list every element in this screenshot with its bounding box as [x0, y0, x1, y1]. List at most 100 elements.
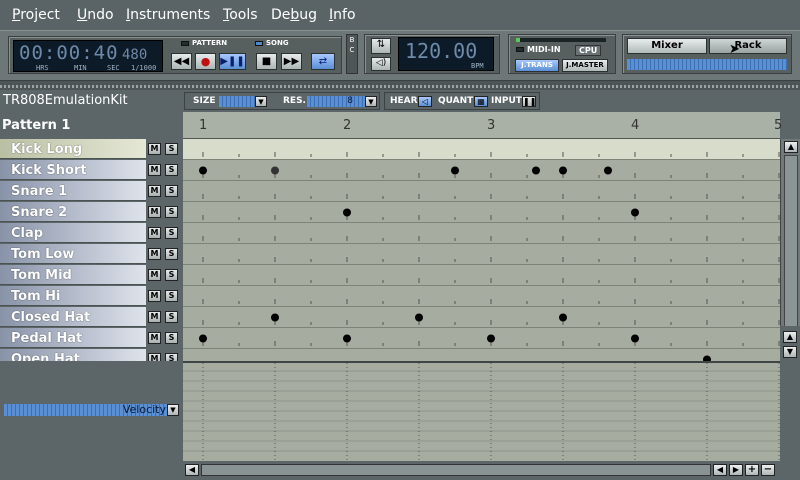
solo-button[interactable]: S [165, 332, 178, 344]
menu-info[interactable]: Info [329, 7, 356, 23]
beat-ruler[interactable]: 1 2 3 4 5 [183, 112, 782, 139]
res-dropdown-button[interactable]: ▼ [365, 96, 377, 107]
h-scroll-thumb[interactable] [201, 464, 711, 476]
instrument-name[interactable]: Open Hat [0, 349, 146, 361]
mute-button[interactable]: M [148, 353, 161, 361]
instrument-row[interactable]: Pedal Hat M S [0, 328, 183, 349]
metronome-button[interactable]: ◁) [371, 57, 391, 71]
note-dot[interactable] [199, 166, 207, 175]
note-dot[interactable] [415, 313, 423, 322]
mute-button[interactable]: M [148, 164, 161, 176]
song-mode-toggle[interactable]: SONG [255, 39, 289, 47]
solo-button[interactable]: S [165, 164, 178, 176]
menu-debug[interactable]: Debug [271, 7, 317, 23]
instrument-row[interactable]: Closed Hat M S [0, 307, 183, 328]
solo-button[interactable]: S [165, 290, 178, 302]
instrument-row[interactable]: Kick Long M S [0, 139, 183, 160]
record-button[interactable]: ● [195, 53, 216, 70]
note-dot[interactable] [631, 208, 639, 217]
menu-undo[interactable]: Undo [77, 7, 114, 23]
instrument-name[interactable]: Tom Low [0, 244, 146, 264]
instrument-name[interactable]: Snare 1 [0, 181, 146, 201]
instrument-row[interactable]: Snare 1MS [0, 181, 183, 202]
velocity-dropdown-button[interactable]: ▼ [167, 404, 179, 416]
mute-button[interactable]: M [148, 206, 161, 218]
mute-button[interactable]: M [148, 227, 161, 239]
rewind-button[interactable]: ◀◀ [171, 53, 192, 70]
solo-button[interactable]: S [165, 185, 178, 197]
note-dot[interactable] [199, 334, 207, 343]
horizontal-scrollbar[interactable]: ◀ ◀ ▶ + − [183, 461, 800, 480]
zoom-out-button[interactable]: − [761, 464, 775, 476]
menu-project[interactable]: Project [12, 7, 60, 23]
bc-switch[interactable]: BC [346, 34, 358, 74]
mute-button[interactable]: M [148, 269, 161, 281]
zoom-in-button[interactable]: + [745, 464, 759, 476]
instrument-row[interactable]: Snare 2MS [0, 202, 183, 223]
instrument-name[interactable]: Kick Long [0, 139, 146, 159]
solo-button[interactable]: S [165, 227, 178, 239]
note-dot[interactable] [451, 166, 459, 175]
solo-button[interactable]: S [165, 143, 178, 155]
note-dot[interactable] [343, 334, 351, 343]
note-dot[interactable] [532, 166, 540, 175]
solo-button[interactable]: S [165, 269, 178, 281]
loop-button[interactable]: ⇄ [311, 53, 335, 70]
res-spinner[interactable]: 8 [307, 96, 367, 107]
instrument-row[interactable]: Tom Low M S [0, 244, 183, 265]
pattern-mode-toggle[interactable]: PATTERN [181, 39, 227, 47]
vel-scroll-up-button[interactable]: ▲ [783, 331, 797, 343]
menu-tools[interactable]: Tools [223, 7, 258, 23]
mute-button[interactable]: M [148, 143, 161, 155]
solo-button[interactable]: S [165, 206, 178, 218]
mute-button[interactable]: M [148, 332, 161, 344]
instrument-row[interactable]: Open Hat M S [0, 349, 183, 361]
solo-button[interactable]: S [165, 353, 178, 361]
scroll-right-button[interactable]: ▶ [729, 464, 743, 476]
velocity-selector[interactable]: Velocity [4, 404, 168, 416]
scroll-left-end-button[interactable]: ◀ [713, 464, 727, 476]
scroll-left-button[interactable]: ◀ [185, 464, 199, 476]
instrument-row[interactable]: Kick Short M S [0, 160, 183, 181]
instrument-name[interactable]: Closed Hat [0, 307, 146, 327]
note-dot[interactable] [271, 313, 279, 322]
mute-button[interactable]: M [148, 185, 161, 197]
rack-button[interactable]: Rack [709, 38, 787, 54]
solo-button[interactable]: S [165, 248, 178, 260]
pattern-grid[interactable] [183, 139, 780, 361]
instrument-row[interactable]: Tom Mid M S [0, 265, 183, 286]
bpm-spin-button[interactable]: ⇅ [371, 38, 391, 54]
note-dot[interactable] [604, 166, 612, 175]
song-position-strip[interactable] [0, 80, 800, 90]
note-dot[interactable] [271, 166, 279, 175]
instrument-name[interactable]: Pedal Hat [0, 328, 146, 348]
quantize-toggle[interactable]: ▦ [474, 96, 488, 107]
solo-button[interactable]: S [165, 311, 178, 323]
instrument-name[interactable]: Clap [0, 223, 146, 243]
instrument-name[interactable]: Snare 2 [0, 202, 146, 222]
mute-button[interactable]: M [148, 311, 161, 323]
instrument-row[interactable]: Tom Hi M S [0, 286, 183, 307]
jack-transport-button[interactable]: J.TRANS [515, 59, 559, 72]
note-dot[interactable] [559, 313, 567, 322]
instrument-name[interactable]: Tom Mid [0, 265, 146, 285]
hear-toggle[interactable]: ◁ [418, 96, 432, 107]
instrument-row[interactable]: Clap M S [0, 223, 183, 244]
note-dot[interactable] [559, 166, 567, 175]
note-dot[interactable] [631, 334, 639, 343]
instrument-name[interactable]: Tom Hi [0, 286, 146, 306]
mute-button[interactable]: M [148, 248, 161, 260]
scroll-thumb[interactable] [784, 155, 798, 341]
size-dropdown-button[interactable]: ▼ [255, 96, 267, 107]
fast-forward-button[interactable]: ▶▶ [281, 53, 302, 70]
velocity-scrollbar[interactable]: ▲ ▼ [780, 326, 800, 361]
instrument-name[interactable]: Kick Short [0, 160, 146, 180]
scroll-up-button[interactable]: ▲ [784, 141, 798, 153]
vel-scroll-down-button[interactable]: ▼ [783, 346, 797, 358]
mixer-button[interactable]: Mixer [627, 38, 707, 54]
stop-button[interactable]: ■ [256, 53, 277, 70]
note-dot[interactable] [487, 334, 495, 343]
note-dot[interactable] [343, 208, 351, 217]
menu-instruments[interactable]: Instruments [126, 7, 210, 23]
mute-button[interactable]: M [148, 290, 161, 302]
